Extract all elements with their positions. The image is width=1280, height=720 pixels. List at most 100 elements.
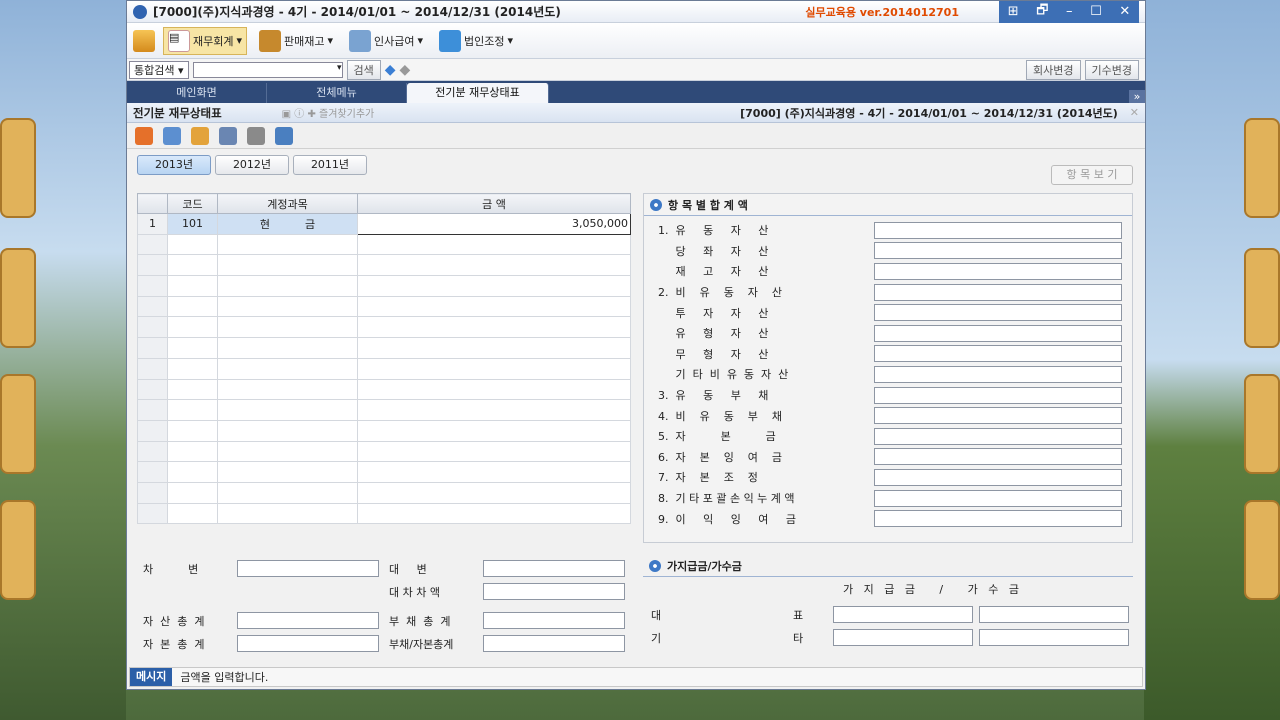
back-icon[interactable]: ◆ [385,62,396,78]
table-row[interactable] [137,419,631,442]
amount-cell[interactable] [357,316,631,339]
code-cell[interactable]: 101 [167,213,218,235]
diff-field[interactable] [483,583,625,600]
capital-total-field[interactable] [237,635,379,652]
totals-row-field[interactable] [874,510,1122,528]
menu-corp[interactable]: 법인조정 ▾ [435,28,517,54]
account-cell[interactable] [217,481,358,504]
code-cell[interactable] [167,233,218,256]
code-cell[interactable] [167,295,218,318]
maximize-icon[interactable]: ☐ [1090,4,1102,19]
home-icon[interactable] [133,29,155,52]
code-help-icon[interactable] [163,126,181,145]
etc-suspense-field[interactable] [979,629,1129,646]
search-icon[interactable] [275,126,293,145]
account-cell[interactable] [217,419,358,442]
amount-cell[interactable] [357,337,631,359]
company-change-button[interactable]: 회사변경 [1026,59,1081,80]
account-cell[interactable] [217,461,358,483]
table-row[interactable] [137,275,631,297]
table-row[interactable] [137,357,631,380]
menu-sales[interactable]: 판매재고 ▾ [255,28,337,54]
print-icon[interactable] [219,126,237,145]
search-type-select[interactable]: 통합검색 ▾ [129,60,189,79]
amount-cell[interactable] [357,399,631,421]
table-row[interactable]: 1 101 현 금 3,050,000 [137,213,631,235]
table-row[interactable] [137,316,631,339]
close-screen-icon[interactable] [135,126,153,145]
tab-main[interactable]: 메인화면 [127,83,267,103]
year-tab-2012[interactable]: 2012년 [215,155,289,175]
totals-row-field[interactable] [874,345,1122,363]
table-row[interactable] [137,295,631,318]
code-cell[interactable] [167,254,218,277]
amount-cell[interactable] [357,481,631,504]
code-cell[interactable] [167,275,218,297]
screen-close-icon[interactable]: ✕ [1130,106,1139,119]
item-view-button[interactable]: 항 목 보 기 [1051,165,1133,185]
amount-cell[interactable] [357,233,631,256]
restore-icon[interactable]: 🗗 [1036,1,1048,23]
code-cell[interactable] [167,461,218,483]
totals-row-field[interactable] [874,221,1122,239]
account-cell[interactable] [217,502,358,525]
menu-hr[interactable]: 인사급여 ▾ [345,28,427,54]
table-row[interactable] [137,399,631,421]
account-cell[interactable] [217,254,358,277]
totals-row-field[interactable] [874,365,1122,383]
account-cell[interactable] [217,337,358,359]
totals-row-field[interactable] [874,407,1122,425]
code-cell[interactable] [167,481,218,504]
table-row[interactable] [137,481,631,504]
totals-row-field[interactable] [874,242,1122,260]
totals-row-field[interactable] [874,386,1122,404]
rep-suspense-field[interactable] [979,606,1129,623]
table-row[interactable] [137,502,631,525]
amount-cell[interactable] [357,295,631,318]
year-tab-2013[interactable]: 2013년 [137,155,211,175]
liabcap-total-field[interactable] [483,635,625,652]
table-row[interactable] [137,337,631,359]
delete-icon[interactable] [191,126,209,145]
amount-cell[interactable] [357,502,631,525]
amount-cell[interactable] [357,419,631,442]
table-row[interactable] [137,440,631,463]
totals-row-field[interactable] [874,489,1122,507]
search-input[interactable]: ▾ [192,61,343,78]
amount-cell[interactable] [357,440,631,463]
account-cell[interactable] [217,233,358,256]
account-cell[interactable] [217,357,358,380]
forward-icon[interactable]: ◆ [400,62,411,78]
credit-field[interactable] [483,560,625,577]
period-change-button[interactable]: 기수변경 [1084,59,1139,80]
totals-row-field[interactable] [874,262,1122,280]
amount-cell[interactable] [357,254,631,277]
code-cell[interactable] [167,502,218,525]
amount-cell[interactable] [357,461,631,483]
favorite-add[interactable]: ▣ ⓘ ✚ 즐겨찾기추가 [282,105,375,120]
tab-menu[interactable]: 전체메뉴 [267,83,407,103]
code-cell[interactable] [167,357,218,380]
year-tab-2011[interactable]: 2011년 [293,155,367,175]
totals-row-field[interactable] [874,427,1122,445]
account-cell[interactable] [217,378,358,401]
amount-cell[interactable]: 3,050,000 [357,213,631,235]
debit-field[interactable] [237,560,379,577]
close-icon[interactable]: ✕ [1119,4,1130,19]
amount-cell[interactable] [357,378,631,401]
liab-total-field[interactable] [483,612,625,629]
assets-total-field[interactable] [237,612,379,629]
code-cell[interactable] [167,378,218,401]
etc-advance-field[interactable] [833,629,973,646]
table-row[interactable] [137,254,631,277]
rep-advance-field[interactable] [833,606,973,623]
totals-row-field[interactable] [874,324,1122,342]
code-cell[interactable] [167,440,218,463]
account-cell[interactable]: 현 금 [217,213,358,235]
tab-current[interactable]: 전기분 재무상태표 [407,83,549,103]
code-cell[interactable] [167,399,218,421]
code-cell[interactable] [167,316,218,339]
code-cell[interactable] [167,419,218,442]
totals-row-field[interactable] [874,283,1122,301]
minimize-icon[interactable]: – [1066,4,1073,19]
